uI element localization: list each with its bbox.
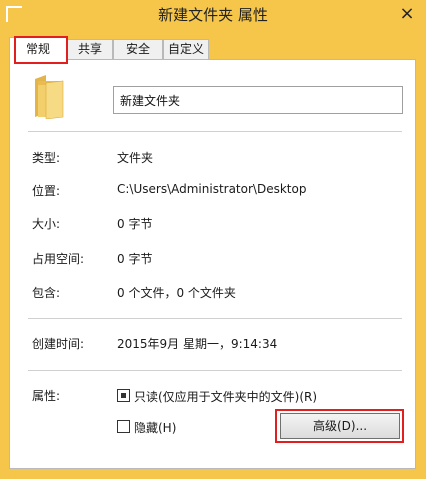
properties-window: 新建文件夹 属性 × 常规 共享 安全 自定义 类型: 文件夹 位置: C:\U…	[0, 0, 426, 479]
close-icon[interactable]: ×	[396, 3, 418, 25]
advanced-button[interactable]: 高级(D)...	[280, 413, 400, 439]
size-value: 0 字节	[117, 217, 153, 231]
divider	[28, 131, 402, 132]
size-label: 大小:	[32, 217, 61, 231]
window-title: 新建文件夹 属性	[158, 6, 268, 24]
location-label: 位置:	[32, 184, 61, 198]
type-value: 文件夹	[117, 151, 154, 165]
tab-security[interactable]: 安全	[113, 39, 163, 59]
disk-size-value: 0 字节	[117, 252, 153, 266]
attributes-label: 属性:	[32, 389, 61, 403]
hidden-label[interactable]: 隐藏(H)	[134, 419, 176, 436]
divider	[28, 318, 402, 319]
created-value: 2015年9月 星期一，9:14:34	[117, 337, 278, 351]
divider	[28, 370, 402, 371]
contains-label: 包含:	[32, 286, 61, 300]
tab-sharing[interactable]: 共享	[67, 39, 113, 59]
disk-size-label: 占用空间:	[32, 252, 85, 266]
folder-name-input[interactable]	[113, 86, 403, 114]
tab-customize[interactable]: 自定义	[163, 39, 209, 59]
readonly-checkbox[interactable]	[117, 389, 130, 402]
location-value: C:\Users\Administrator\Desktop	[117, 182, 307, 196]
title-bar[interactable]: 新建文件夹 属性 ×	[0, 0, 426, 30]
contains-value: 0 个文件，0 个文件夹	[117, 286, 236, 300]
readonly-label[interactable]: 只读(仅应用于文件夹中的文件)(R)	[134, 388, 317, 405]
created-label: 创建时间:	[32, 337, 85, 351]
tab-general[interactable]: 常规	[9, 37, 67, 60]
type-label: 类型:	[32, 151, 61, 165]
folder-icon	[35, 75, 64, 119]
indeterminate-mark-icon	[121, 393, 126, 398]
hidden-checkbox[interactable]	[117, 420, 130, 433]
